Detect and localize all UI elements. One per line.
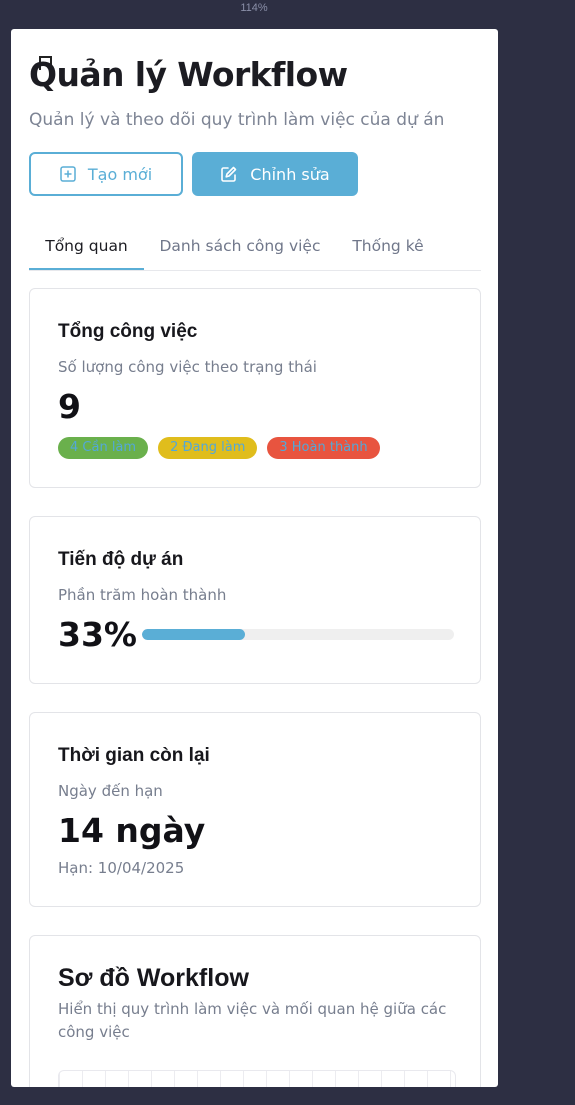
days-remaining: 14 ngày	[58, 811, 206, 850]
status-badge-todo: 4 Cần làm	[58, 437, 149, 459]
time-remaining-card: Thời gian còn lại Ngày đến hạn 14 ngày H…	[29, 712, 481, 907]
status-badge-done: 3 Hoàn thành	[267, 437, 380, 459]
diagram-title: Sơ đồ Workflow	[58, 964, 249, 992]
zoom-level: 114%	[240, 2, 268, 14]
progress-percent: 33%	[58, 615, 137, 654]
status-badges: 4 Cần làm 2 Đang làm 3 Hoàn thành	[58, 437, 380, 459]
status-badge-in-progress: 2 Đang làm	[158, 437, 258, 459]
edit-icon	[220, 165, 238, 183]
progress-desc: Phần trăm hoàn thành	[58, 586, 227, 604]
plus-square-icon	[60, 166, 76, 182]
total-tasks-count: 9	[58, 387, 81, 426]
tab-statistics[interactable]: Thống kê	[347, 227, 429, 268]
create-button-label: Tạo mới	[87, 164, 153, 184]
total-tasks-title: Tổng công việc	[58, 321, 198, 342]
page-subtitle: Quản lý và theo dõi quy trình làm việc c…	[29, 110, 445, 130]
deadline-text: Hạn: 10/04/2025	[58, 859, 185, 877]
total-tasks-card: Tổng công việc Số lượng công việc theo t…	[29, 288, 481, 488]
tab-task-list[interactable]: Danh sách công việc	[159, 227, 321, 268]
create-button[interactable]: Tạo mới	[29, 152, 183, 196]
tab-bar: Tổng quan Danh sách công việc Thống kê	[29, 227, 481, 271]
total-tasks-desc: Số lượng công việc theo trạng thái	[58, 358, 317, 376]
progress-bar-fill	[142, 629, 245, 640]
edit-button-label: Chỉnh sửa	[250, 164, 330, 184]
diagram-desc: Hiển thị quy trình làm việc và mối quan …	[58, 1000, 447, 1041]
progress-title: Tiến độ dự án	[58, 549, 184, 570]
workflow-diagram-canvas[interactable]	[58, 1070, 456, 1087]
due-date-label: Ngày đến hạn	[58, 782, 163, 800]
workflow-panel: Quản lý Workflow Quản lý và theo dõi quy…	[11, 29, 498, 1087]
edit-button[interactable]: Chỉnh sửa	[192, 152, 358, 196]
progress-bar	[142, 629, 454, 640]
project-progress-card: Tiến độ dự án Phần trăm hoàn thành 33%	[29, 516, 481, 684]
tab-overview[interactable]: Tổng quan	[29, 227, 144, 270]
workflow-diagram-card: Sơ đồ Workflow Hiển thị quy trình làm vi…	[29, 935, 481, 1087]
page-title: Quản lý Workflow	[29, 55, 348, 94]
time-remaining-title: Thời gian còn lại	[58, 745, 210, 766]
